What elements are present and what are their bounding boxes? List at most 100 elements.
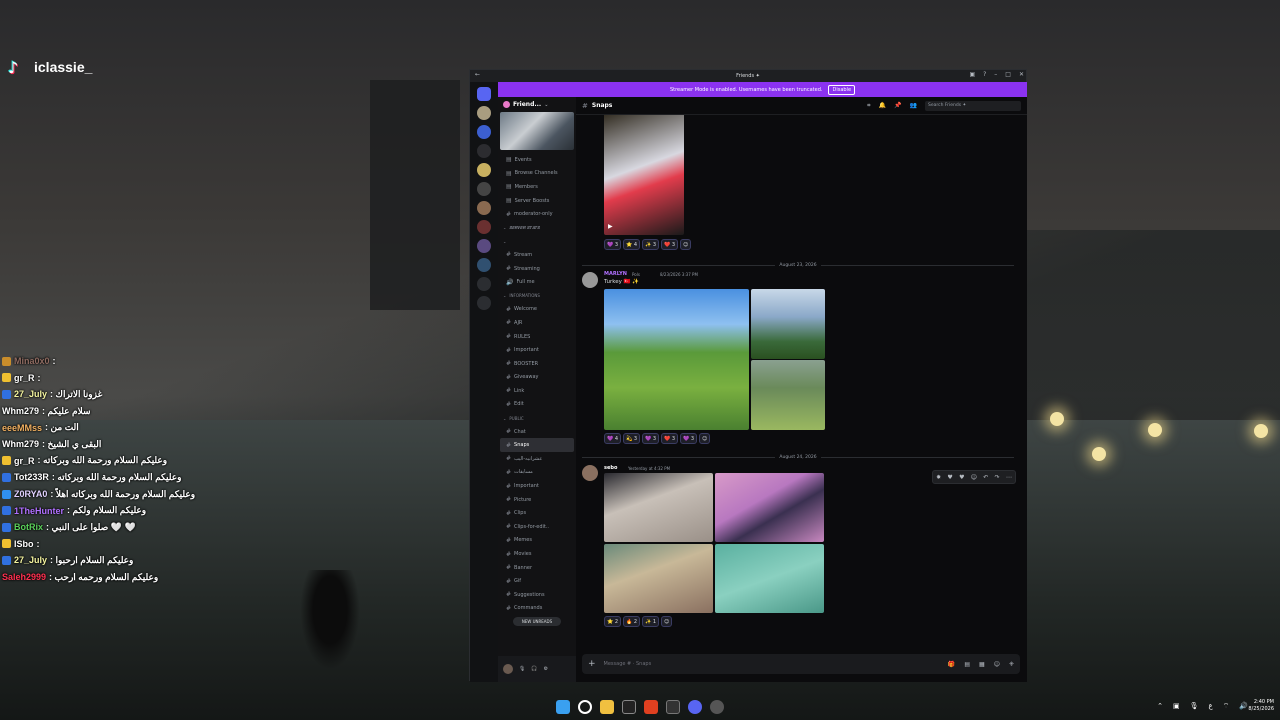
app-icon[interactable] [622,700,636,714]
channel-item[interactable]: # Commands [498,602,576,616]
reaction-chip[interactable]: 💜 3 [604,239,621,250]
channel-item[interactable]: # Clips [498,506,576,520]
more-icon[interactable]: ⋯ [1006,474,1012,481]
help-icon[interactable]: ? [983,71,986,78]
message-composer[interactable]: + Message # · Snaps 🎁 ▤ ▦ ☺ ⁜ [582,654,1020,674]
channel-item[interactable]: # Welcome [498,303,576,317]
channel-category[interactable]: ⌄ [498,235,576,249]
channel-item[interactable]: ▤ Members [498,180,576,194]
server-icon[interactable] [477,144,491,158]
reaction-icon[interactable]: ♥ [959,474,964,481]
mic-icon[interactable]: 🎙 [519,666,525,672]
channel-item[interactable]: ▤ Browse Channels [498,167,576,181]
server-icon[interactable] [477,163,491,177]
server-icon[interactable] [477,201,491,215]
heart-icon[interactable]: ♥ [947,474,952,481]
play-icon[interactable]: ▶ [608,223,613,230]
image-attachment[interactable] [751,289,825,359]
channel-item[interactable]: # Important [498,343,576,357]
search-icon[interactable] [578,700,592,714]
image-attachment[interactable] [751,360,825,430]
reaction-chip[interactable]: 🔥 2 [623,616,640,627]
sticker-icon[interactable]: ▦ [979,661,985,668]
add-server-icon[interactable] [477,277,491,291]
minimize-button[interactable]: – [994,71,997,78]
settings-icon[interactable]: ⚙ [544,666,548,672]
mic-icon[interactable]: 🎙 [1190,702,1199,711]
add-reaction-icon[interactable]: ☺ [661,616,673,627]
channel-item[interactable]: # Important [498,479,576,493]
members-icon[interactable]: 👥 [910,102,917,109]
message-list[interactable]: ▶ 💜 3 ⭐ 4 ✨ 3 ❤️ 3 ☺ August 23, 2026 MARLYN … [576,115,1027,655]
image-attachment[interactable] [604,289,749,430]
app-icon[interactable] [666,700,680,714]
emoji-icon[interactable]: ☺ [971,474,977,481]
channel-item[interactable]: # Streaming [498,262,576,276]
reaction-chip[interactable]: ✨ 3 [642,239,659,250]
apps-icon[interactable]: ⁜ [1009,661,1014,668]
username[interactable]: sebo [604,465,617,471]
bell-icon[interactable]: 🔔 [879,102,886,109]
search-input[interactable]: Search Friends ✦ [925,100,1021,111]
reaction-chip[interactable]: ⭐ 4 [623,239,640,250]
discord-tray-icon[interactable]: ▣ [1173,702,1180,711]
reply-icon[interactable]: ↶ [983,474,988,481]
file-explorer-icon[interactable] [600,700,614,714]
reaction-chip[interactable]: ❤️ 3 [661,239,678,250]
channel-item[interactable]: # Snaps [500,438,574,453]
back-arrow-icon[interactable]: ← [475,71,480,78]
channel-category[interactable]: ⌄ 𝑺𝑬𝑹𝑽𝑬𝑹 𝑺𝑻𝑨𝑻𝑺 [498,221,576,235]
server-icon[interactable] [477,220,491,234]
reaction-chip[interactable]: ❤️ 3 [661,433,678,444]
emoji-icon[interactable]: ☺ [994,661,1000,668]
channel-item[interactable]: # Memes [498,534,576,548]
image-attachment[interactable] [715,473,824,542]
reaction-chip[interactable]: 💜 3 [642,433,659,444]
reaction-chip[interactable]: ⭐ 2 [604,616,621,627]
channel-item[interactable]: # Giveaway [498,371,576,385]
volume-icon[interactable]: 🔊 [1239,702,1248,711]
headphones-icon[interactable]: 🎧 [531,666,537,672]
message-action-bar[interactable]: ✸ ♥ ♥ ☺ ↶ ↷ ⋯ [932,470,1016,484]
add-reaction-icon[interactable]: ☺ [680,239,692,250]
server-header[interactable]: Friend... ⌄ [498,97,576,112]
avatar[interactable] [582,465,598,481]
windows-start-icon[interactable] [556,700,570,714]
wifi-icon[interactable]: ⌔ [1223,702,1230,711]
language-indicator[interactable]: ع [1209,702,1213,711]
channel-item[interactable]: # AJR [498,316,576,330]
channel-item[interactable]: # Banner [498,561,576,575]
reaction-chip[interactable]: 💫 3 [623,433,640,444]
reaction-chip[interactable]: ✨ 1 [642,616,659,627]
chevron-up-icon[interactable]: ⌃ [1157,702,1163,711]
reaction-chip[interactable]: 💜 3 [680,433,697,444]
server-icon[interactable] [477,182,491,196]
channel-item[interactable]: # Link [498,384,576,398]
channel-item[interactable]: # Stream [498,248,576,262]
discord-home-icon[interactable] [477,87,491,101]
server-icon[interactable] [477,258,491,272]
disable-button[interactable]: Disable [828,84,856,95]
server-icon[interactable] [477,125,491,139]
server-icon[interactable] [477,106,491,120]
attach-plus-icon[interactable]: + [588,659,596,669]
gif-icon[interactable]: ▤ [964,661,970,668]
channel-item[interactable]: # مسابقات [498,466,576,480]
avatar[interactable] [582,272,598,288]
clock[interactable]: 2:40 PM 8/25/2026 [1248,699,1274,713]
channel-item[interactable]: # Picture [498,493,576,507]
channel-item[interactable]: # RULES [498,330,576,344]
threads-icon[interactable]: ⌗ [867,102,870,110]
close-button[interactable]: ✕ [1019,71,1024,78]
discord-icon[interactable] [688,700,702,714]
maximize-button[interactable]: □ [1005,71,1011,78]
brave-browser-icon[interactable] [644,700,658,714]
server-icon[interactable] [477,239,491,253]
obs-icon[interactable] [710,700,724,714]
pin-icon[interactable]: 📌 [894,102,901,109]
new-unreads-pill[interactable]: NEW UNREADS [513,617,561,627]
video-attachment[interactable] [604,115,684,235]
channel-item[interactable]: 🔊 Full me [498,275,576,289]
channel-item[interactable]: ▤ Server Boosts [498,194,576,208]
sparkle-icon[interactable]: ✸ [936,474,941,481]
